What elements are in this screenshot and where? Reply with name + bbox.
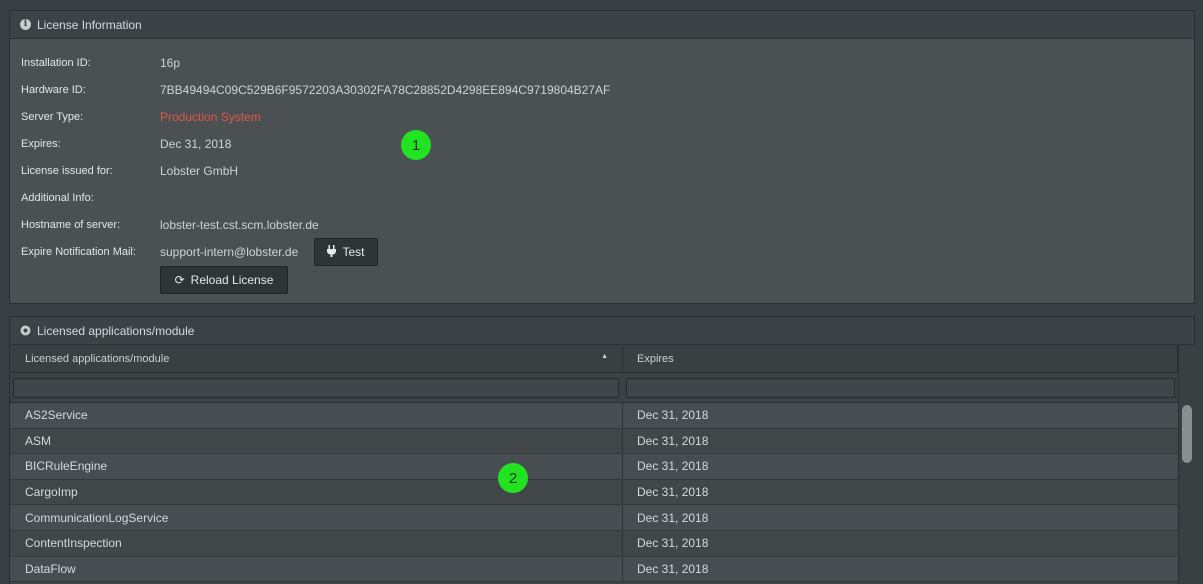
expires-row: Expires: Dec 31, 2018 xyxy=(21,134,231,154)
additional-info-label: Additional Info: xyxy=(21,192,94,204)
column-header-expires[interactable]: Expires xyxy=(623,345,1178,372)
module-name-cell: BICRuleEngine xyxy=(10,454,623,479)
puzzle-icon xyxy=(20,325,31,336)
sort-ascending-icon[interactable]: ▲ xyxy=(601,353,608,360)
hardware-id-value: 7BB49494C09C529B6F9572203A30302FA78C2885… xyxy=(160,83,611,97)
module-expires-cell: Dec 31, 2018 xyxy=(637,536,709,551)
modules-grid-header: Licensed applications/module ▲ Expires xyxy=(10,345,1178,373)
annotation-marker-2: 2 xyxy=(498,463,528,493)
reload-license-button[interactable]: ⟳ Reload License xyxy=(160,266,288,294)
expire-mail-row: Expire Notification Mail: support-intern… xyxy=(21,242,298,262)
module-name-cell: CargoImp xyxy=(10,479,623,505)
refresh-icon: ⟳ xyxy=(174,273,185,287)
table-row[interactable]: BICRuleEngine Dec 31, 2018 xyxy=(10,454,1178,480)
license-issued-value: Lobster GmbH xyxy=(160,164,239,178)
hostname-label: Hostname of server: xyxy=(21,219,121,231)
module-name-cell: AS2Service xyxy=(10,403,623,428)
license-information-panel: i License Information Installation ID: 1… xyxy=(9,10,1195,304)
table-row[interactable]: CommunicationLogService Dec 31, 2018 xyxy=(10,505,1178,531)
annotation-marker-1: 1 xyxy=(401,130,431,160)
modules-grid-body: AS2Service Dec 31, 2018 ASM Dec 31, 2018… xyxy=(10,403,1178,583)
additional-info-row: Additional Info: xyxy=(21,188,160,208)
hostname-value: lobster-test.cst.scm.lobster.de xyxy=(160,218,319,232)
license-information-header: i License Information xyxy=(10,11,1194,39)
license-issued-row: License issued for: Lobster GmbH xyxy=(21,161,238,181)
expires-label: Expires: xyxy=(21,138,61,150)
licensed-modules-header: Licensed applications/module xyxy=(10,317,1194,345)
expire-mail-label: Expire Notification Mail: xyxy=(21,246,136,258)
expires-value: Dec 31, 2018 xyxy=(160,137,232,151)
license-issued-label: License issued for: xyxy=(21,165,113,177)
installation-id-value: 16p xyxy=(160,56,181,70)
expire-mail-value: support-intern@lobster.de xyxy=(160,245,299,259)
plug-icon xyxy=(327,244,337,260)
module-name-cell: ContentInspection xyxy=(10,530,623,556)
info-icon: i xyxy=(20,19,31,30)
hardware-id-label: Hardware ID: xyxy=(21,84,86,96)
column-header-module-label: Licensed applications/module xyxy=(25,352,170,365)
module-expires-cell: Dec 31, 2018 xyxy=(637,561,709,576)
installation-id-row: Installation ID: 16p xyxy=(21,53,180,73)
server-type-label: Server Type: xyxy=(21,111,84,123)
table-row[interactable]: ASM Dec 31, 2018 xyxy=(10,428,1178,455)
module-expires-cell: Dec 31, 2018 xyxy=(637,459,709,474)
table-row[interactable]: ContentInspection Dec 31, 2018 xyxy=(10,530,1178,557)
licensed-modules-title: Licensed applications/module xyxy=(37,323,195,338)
table-row[interactable]: CargoImp Dec 31, 2018 xyxy=(10,479,1178,506)
grid-scrollbar[interactable] xyxy=(1178,345,1195,584)
hostname-row: Hostname of server: lobster-test.cst.scm… xyxy=(21,215,319,235)
licensed-modules-panel: Licensed applications/module Licensed ap… xyxy=(9,316,1195,584)
module-expires-cell: Dec 31, 2018 xyxy=(637,510,709,525)
module-expires-cell: Dec 31, 2018 xyxy=(637,485,709,500)
filter-row xyxy=(10,373,1178,403)
column-header-module[interactable]: Licensed applications/module ▲ xyxy=(10,345,623,372)
server-type-row: Server Type: Production System xyxy=(21,107,261,127)
server-type-value: Production System xyxy=(160,110,261,124)
hardware-id-row: Hardware ID: 7BB49494C09C529B6F9572203A3… xyxy=(21,80,610,100)
table-row[interactable]: DataFlow Dec 31, 2018 xyxy=(10,556,1178,583)
module-name-cell: CommunicationLogService xyxy=(10,505,623,530)
test-mail-button[interactable]: Test xyxy=(314,238,378,266)
module-filter-input[interactable] xyxy=(13,377,619,398)
license-information-title: License Information xyxy=(37,17,142,32)
module-name-cell: DataFlow xyxy=(10,556,623,582)
module-name-cell: ASM xyxy=(10,428,623,454)
expires-filter-input[interactable] xyxy=(626,377,1175,398)
table-row[interactable]: AS2Service Dec 31, 2018 xyxy=(10,403,1178,429)
installation-id-label: Installation ID: xyxy=(21,57,91,69)
module-expires-cell: Dec 31, 2018 xyxy=(637,433,709,448)
test-mail-button-label: Test xyxy=(342,245,365,259)
grid-scrollbar-thumb[interactable] xyxy=(1182,405,1192,463)
module-expires-cell: Dec 31, 2018 xyxy=(637,408,709,423)
column-header-expires-label: Expires xyxy=(637,352,674,365)
reload-license-button-label: Reload License xyxy=(190,273,274,287)
